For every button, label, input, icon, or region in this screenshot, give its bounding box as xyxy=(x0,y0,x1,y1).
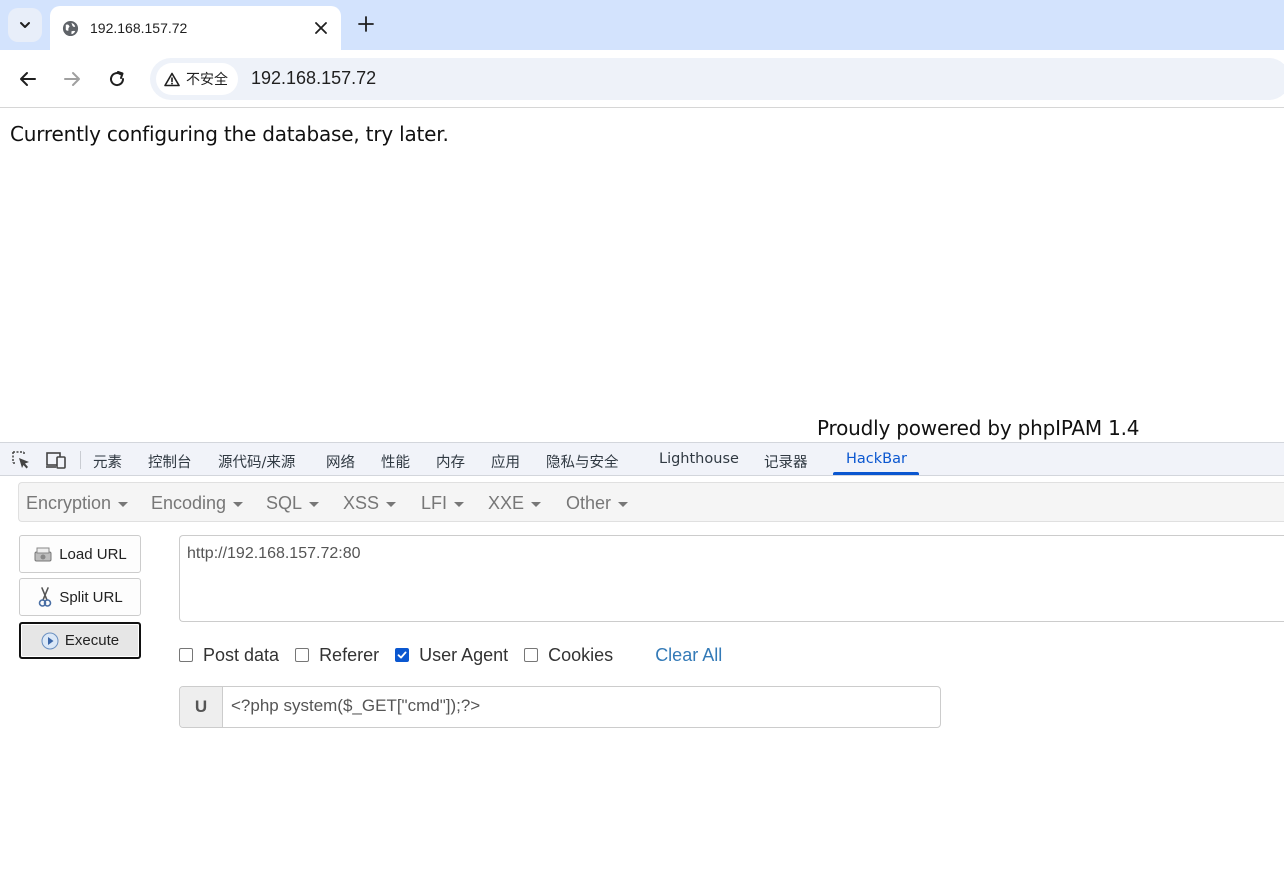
tab-search-button[interactable] xyxy=(8,8,42,42)
menu-sql[interactable]: SQL xyxy=(266,493,320,514)
toolbar-divider xyxy=(80,451,81,469)
scissors-icon xyxy=(39,587,52,607)
cookies-checkbox[interactable] xyxy=(524,648,539,662)
reload-button[interactable] xyxy=(102,64,132,94)
execute-button[interactable]: Execute xyxy=(19,622,141,659)
devtools-tab-elements[interactable]: 元素 xyxy=(93,451,122,472)
option-user-agent[interactable]: User Agent xyxy=(395,645,508,666)
warning-icon xyxy=(164,72,180,86)
powered-by-footer: Proudly powered by phpIPAM 1.4 xyxy=(817,416,1140,440)
menu-other-label: Other xyxy=(566,493,612,513)
address-bar[interactable]: 不安全 192.168.157.72 xyxy=(150,58,1284,100)
devtools-tab-network[interactable]: 网络 xyxy=(326,451,355,472)
forward-button[interactable] xyxy=(57,64,87,94)
menu-xxe[interactable]: XXE xyxy=(488,493,542,514)
menu-encoding[interactable]: Encoding xyxy=(151,493,244,514)
devtools-tab-performance[interactable]: 性能 xyxy=(381,451,410,472)
globe-icon xyxy=(62,20,79,36)
device-toolbar-button[interactable] xyxy=(45,449,67,471)
devtools-tab-application[interactable]: 应用 xyxy=(491,451,520,472)
inspect-icon xyxy=(12,451,29,469)
checkmark-icon xyxy=(397,651,407,659)
caret-down-icon xyxy=(618,502,629,507)
post-data-label: Post data xyxy=(203,644,280,665)
security-indicator[interactable]: 不安全 xyxy=(156,63,238,95)
caret-down-icon xyxy=(454,502,465,507)
menu-xss-label: XSS xyxy=(343,493,380,513)
page-message: Currently configuring the database, try … xyxy=(10,122,449,146)
option-referer[interactable]: Referer xyxy=(295,645,379,666)
load-url-label: Load URL xyxy=(59,545,127,563)
split-url-button[interactable]: Split URL xyxy=(19,578,141,616)
reload-icon xyxy=(110,71,125,87)
split-url-label: Split URL xyxy=(59,588,123,606)
caret-down-icon xyxy=(386,502,397,507)
browser-tab-strip: 192.168.157.72 xyxy=(0,0,1284,50)
menu-sql-label: SQL xyxy=(266,493,303,513)
option-cookies[interactable]: Cookies xyxy=(524,645,613,666)
user-agent-label: User Agent xyxy=(419,644,509,665)
menu-xss[interactable]: XSS xyxy=(343,493,397,514)
arrow-right-icon xyxy=(64,72,80,86)
devtools-tab-recorder[interactable]: 记录器 xyxy=(764,451,808,472)
clear-all-link[interactable]: Clear All xyxy=(655,645,722,666)
post-data-checkbox[interactable] xyxy=(179,648,193,662)
caret-down-icon xyxy=(309,502,320,507)
menu-lfi[interactable]: LFI xyxy=(421,493,465,514)
devtools-tab-console[interactable]: 控制台 xyxy=(148,451,192,472)
referer-label: Referer xyxy=(319,644,380,665)
user-agent-addon: U xyxy=(180,687,223,727)
menu-other[interactable]: Other xyxy=(566,493,629,514)
cookies-label: Cookies xyxy=(548,644,614,665)
back-button[interactable] xyxy=(13,64,43,94)
active-tab-indicator xyxy=(833,472,919,475)
devtools-tab-sources[interactable]: 源代码/来源 xyxy=(218,451,295,472)
caret-down-icon xyxy=(118,502,129,507)
execute-label: Execute xyxy=(64,632,120,649)
menu-lfi-label: LFI xyxy=(421,493,448,513)
browser-toolbar: 不安全 192.168.157.72 xyxy=(0,50,1284,108)
play-icon xyxy=(41,632,59,649)
option-post-data[interactable]: Post data xyxy=(179,645,279,666)
devtools-tab-bar: 元素 控制台 源代码/来源 网络 性能 内存 应用 隐私与安全 Lighthou… xyxy=(0,442,1284,476)
user-agent-checkbox[interactable] xyxy=(395,648,410,662)
menu-encryption-label: Encryption xyxy=(26,493,112,513)
user-agent-input[interactable]: <?php system($_GET["cmd"]);?> xyxy=(223,687,940,727)
user-agent-input-group: U <?php system($_GET["cmd"]);?> xyxy=(179,686,941,728)
close-icon xyxy=(315,22,327,34)
tab-title: 192.168.157.72 xyxy=(90,20,188,36)
arrow-left-icon xyxy=(20,72,36,86)
load-url-icon xyxy=(34,547,52,562)
device-icon xyxy=(46,452,66,469)
load-url-button[interactable]: Load URL xyxy=(19,535,141,573)
browser-tab[interactable]: 192.168.157.72 xyxy=(50,6,341,50)
menu-xxe-label: XXE xyxy=(488,493,525,513)
new-tab-button[interactable] xyxy=(352,10,380,38)
menu-encryption[interactable]: Encryption xyxy=(26,493,129,514)
hackbar-menu-bar: Encryption Encoding SQL XSS LFI XXE Othe… xyxy=(18,482,1284,522)
address-text[interactable]: 192.168.157.72 xyxy=(251,68,376,89)
options-row: Post data Referer User Agent Cookies Cle… xyxy=(179,643,722,667)
url-textarea[interactable]: http://192.168.157.72:80 xyxy=(179,535,1284,622)
chevron-down-icon xyxy=(20,22,30,28)
inspect-element-button[interactable] xyxy=(10,449,32,471)
tab-close-button[interactable] xyxy=(307,14,335,42)
plus-icon xyxy=(358,16,374,32)
devtools-tab-hackbar[interactable]: HackBar xyxy=(846,451,907,467)
caret-down-icon xyxy=(531,502,542,507)
menu-encoding-label: Encoding xyxy=(151,493,227,513)
security-label: 不安全 xyxy=(186,72,228,88)
referer-checkbox[interactable] xyxy=(295,648,310,662)
devtools-tab-memory[interactable]: 内存 xyxy=(436,451,465,472)
caret-down-icon xyxy=(233,502,244,507)
devtools-tab-lighthouse[interactable]: Lighthouse xyxy=(659,451,739,467)
devtools-tab-privacy-security[interactable]: 隐私与安全 xyxy=(546,451,619,472)
